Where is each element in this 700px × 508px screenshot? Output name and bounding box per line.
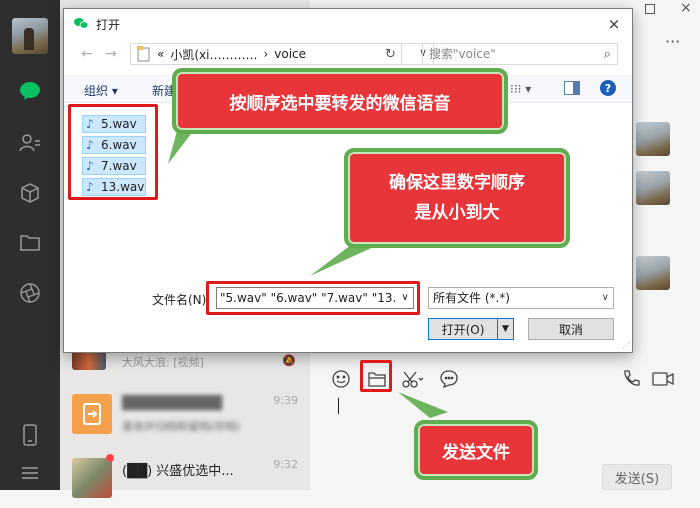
list-item[interactable]: (██) 兴盛优选中... 9:32 bbox=[60, 448, 310, 508]
open-options-arrow-icon[interactable]: ▼ bbox=[497, 319, 513, 339]
close-window-icon[interactable]: × bbox=[680, 0, 692, 16]
wechat-sidebar bbox=[0, 0, 60, 490]
chat-preview: 查收并归档和留档(存档) bbox=[122, 420, 241, 433]
file-transfer-avatar bbox=[72, 394, 112, 434]
folder-path-icon bbox=[137, 46, 150, 62]
chat-name: ██████████ bbox=[122, 396, 222, 411]
more-icon[interactable]: ··· bbox=[665, 32, 680, 51]
chat-icon[interactable] bbox=[17, 78, 43, 104]
breadcrumb-user[interactable]: 小凯(xi………… bbox=[170, 46, 257, 63]
callout-order-note: 确保这里数字顺序 是从小到大 bbox=[344, 148, 570, 248]
refresh-icon[interactable]: ↻ bbox=[380, 43, 402, 65]
back-icon[interactable]: ← bbox=[78, 45, 96, 63]
dialog-title: 打开 bbox=[96, 18, 121, 32]
filetype-select[interactable]: 所有文件 (*.*) ∨ bbox=[428, 287, 614, 309]
view-options-icon[interactable]: ⁝⁝⁝ ▾ bbox=[510, 82, 531, 96]
callout-text-line1: 确保这里数字顺序 bbox=[389, 173, 525, 193]
callout-select-files: 按顺序选中要转发的微信语音 bbox=[172, 68, 508, 134]
send-file-highlight-box bbox=[360, 360, 392, 392]
phone-icon[interactable] bbox=[17, 422, 43, 448]
breadcrumb-separator: › bbox=[263, 47, 269, 61]
files-highlight-box bbox=[68, 104, 158, 200]
open-button-label: 打开(O) bbox=[441, 322, 485, 337]
address-prefix: « bbox=[157, 47, 165, 61]
peer-avatar[interactable] bbox=[636, 256, 670, 290]
moments-icon[interactable] bbox=[17, 280, 43, 306]
filename-highlight-box bbox=[206, 281, 420, 315]
cancel-button[interactable]: 取消 bbox=[528, 318, 614, 340]
group-avatar bbox=[72, 458, 112, 498]
callout-text: 按顺序选中要转发的微信语音 bbox=[229, 93, 451, 114]
organize-menu[interactable]: 组织 ▾ bbox=[84, 82, 118, 99]
search-placeholder: 搜索"voice" bbox=[429, 47, 496, 61]
wechat-logo-icon bbox=[74, 18, 88, 29]
maximize-icon[interactable] bbox=[645, 4, 655, 14]
chat-name: (██) 兴盛优选中... bbox=[122, 464, 234, 479]
contacts-icon[interactable] bbox=[17, 130, 43, 156]
forward-icon[interactable]: → bbox=[102, 45, 120, 63]
close-icon[interactable]: × bbox=[604, 14, 624, 34]
favorites-icon[interactable] bbox=[17, 180, 43, 206]
svg-text:?: ? bbox=[605, 82, 611, 95]
peer-avatar[interactable] bbox=[636, 171, 670, 205]
video-call-icon[interactable] bbox=[652, 372, 674, 389]
screenshot-icon[interactable] bbox=[402, 368, 424, 390]
help-icon[interactable]: ? bbox=[600, 80, 616, 99]
callout-text: 发送文件 bbox=[442, 442, 510, 463]
voice-call-icon[interactable] bbox=[622, 370, 640, 391]
dialog-titlebar[interactable]: 打开 × bbox=[64, 9, 632, 39]
menu-icon[interactable] bbox=[17, 460, 43, 486]
chat-time: 9:39 bbox=[273, 394, 298, 407]
filetype-value: 所有文件 (*.*) bbox=[433, 291, 510, 305]
breadcrumb-voice[interactable]: voice bbox=[274, 47, 306, 61]
send-button[interactable]: 发送(S) bbox=[602, 464, 672, 490]
callout-text-line2: 是从小到大 bbox=[414, 203, 500, 223]
list-item[interactable]: ██████████ 查收并归档和留档(存档) 9:39 bbox=[60, 384, 310, 444]
callout-send-file: 发送文件 bbox=[414, 420, 538, 480]
folder-icon[interactable] bbox=[17, 229, 43, 255]
search-icon: ⌕ bbox=[603, 47, 611, 62]
mute-icon: 🔕 bbox=[282, 354, 296, 367]
search-input[interactable]: 搜索"voice" ⌕ bbox=[422, 43, 618, 65]
open-button[interactable]: 打开(O) ▼ bbox=[428, 318, 514, 340]
my-avatar[interactable] bbox=[12, 18, 48, 54]
peer-avatar[interactable] bbox=[636, 122, 670, 156]
emoji-icon[interactable] bbox=[330, 368, 352, 390]
chat-history-icon[interactable] bbox=[438, 368, 460, 390]
filename-label: 文件名(N): bbox=[152, 293, 211, 307]
resize-grip-icon[interactable]: ⋰ bbox=[622, 341, 630, 350]
navigation-bar: ← → « 小凯(xi………… › voice ∨ ↻ 搜索"voice" ⌕ bbox=[64, 41, 632, 69]
chevron-down-icon: ∨ bbox=[601, 292, 609, 303]
chat-preview: 大风大浪: [视频] bbox=[122, 356, 204, 369]
input-toolbar bbox=[330, 366, 460, 392]
unread-dot bbox=[106, 454, 114, 462]
chat-time: 9:32 bbox=[273, 458, 298, 471]
preview-pane-icon[interactable] bbox=[564, 81, 580, 98]
text-caret bbox=[338, 398, 339, 414]
